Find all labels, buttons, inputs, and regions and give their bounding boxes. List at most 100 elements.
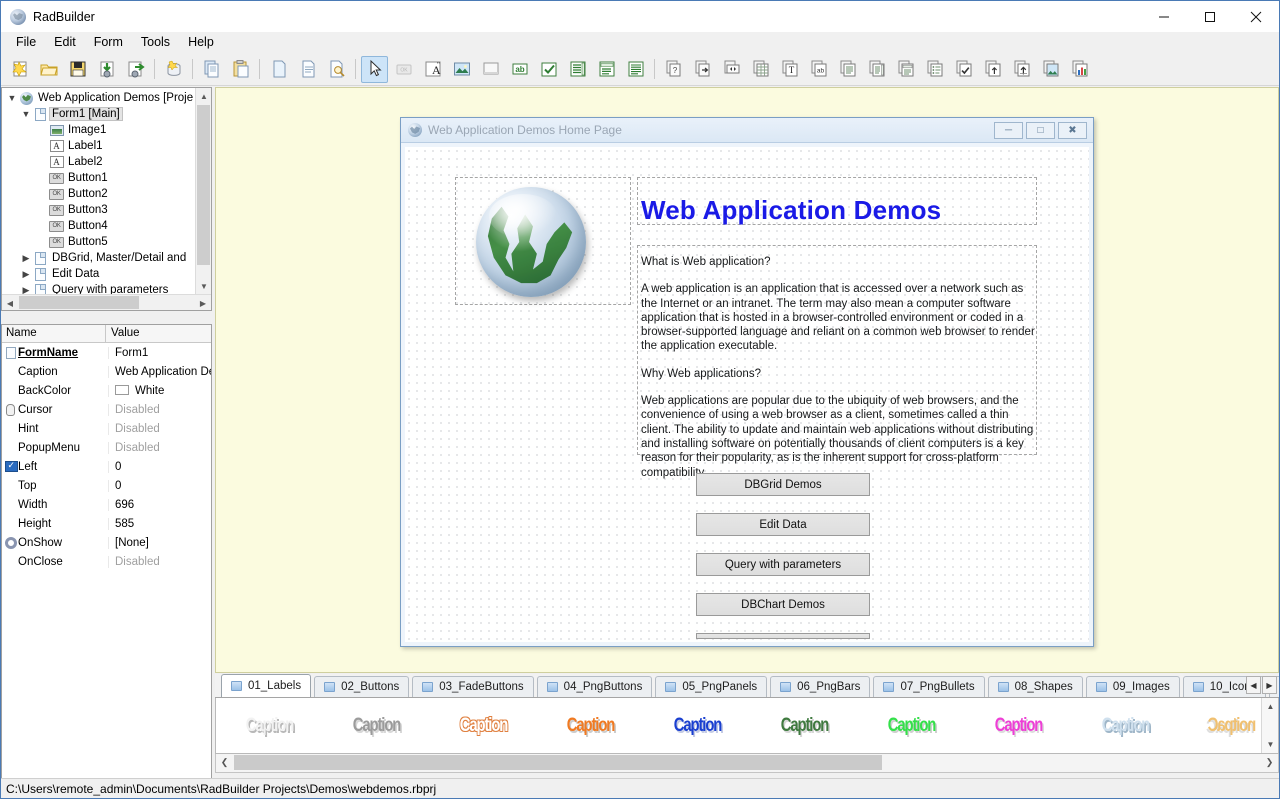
tree-node-form1[interactable]: ▼ Form1 [Main] [2,106,196,122]
maximize-button[interactable] [1187,1,1233,32]
headline-label[interactable]: Web Application Demos [641,195,941,226]
db-upload-icon[interactable] [979,56,1006,83]
chevron-right-icon[interactable]: ▶ [20,253,32,264]
copy-icon[interactable] [198,56,225,83]
property-value[interactable]: 696 [108,498,211,511]
chevron-down-icon[interactable]: ▼ [6,93,18,103]
tab-02-buttons[interactable]: 02_Buttons [314,676,410,697]
chevron-down-icon[interactable]: ▼ [20,109,32,119]
tree-node-image1[interactable]: Image1 [2,122,196,138]
checkmark-icon[interactable] [535,56,562,83]
panel-icon[interactable] [477,56,504,83]
tree-node-label1[interactable]: A Label1 [2,138,196,154]
property-value[interactable]: [None] [108,536,211,549]
list-box-icon[interactable] [564,56,591,83]
palette-item-1[interactable]: Caption [228,715,311,737]
open-folder-icon[interactable] [35,56,62,83]
db-text-icon[interactable]: T [776,56,803,83]
db-arrow-icon[interactable] [689,56,716,83]
object-tree[interactable]: ▼ Web Application Demos [Proje ▼ Form1 [… [2,88,196,294]
property-value[interactable]: Web Application Dem [108,365,211,378]
property-row-hint[interactable]: Hint Disabled [2,419,211,438]
page-lines-icon[interactable] [294,56,321,83]
property-row-popupmenu[interactable]: PopupMenu Disabled [2,438,211,457]
combo-box-icon[interactable] [593,56,620,83]
scrollbar-thumb[interactable] [19,296,139,309]
tree-node-button1[interactable]: OK Button1 [2,170,196,186]
property-row-width[interactable]: Width 696 [2,495,211,514]
scroll-right-icon[interactable]: ▶ [1262,676,1277,694]
property-row-formname[interactable]: FormName Form1 [2,343,211,362]
db-check-icon[interactable] [950,56,977,83]
tab-06-pngbars[interactable]: 06_PngBars [770,676,871,697]
scroll-down-icon[interactable]: ▼ [1262,736,1278,753]
design-form-titlebar[interactable]: Web Application Demos Home Page ─ □ ✖ [401,118,1093,143]
scroll-up-icon[interactable]: ▲ [1262,698,1278,715]
design-surface[interactable]: Web Application Demos What is Web applic… [405,147,1089,642]
property-row-left[interactable]: Left 0 [2,457,211,476]
db-upload2-icon[interactable] [1008,56,1035,83]
db-question-icon[interactable]: ? [660,56,687,83]
db-memo-icon[interactable] [834,56,861,83]
blank-page-icon[interactable] [265,56,292,83]
tree-node-project[interactable]: ▼ Web Application Demos [Proje [2,90,196,106]
export-right-arrow-icon[interactable] [122,56,149,83]
property-value[interactable]: 0 [108,460,211,473]
menu-form[interactable]: Form [85,33,132,52]
form-tabstrip[interactable]: 01_Labels 02_Buttons 03_FadeButtons 04_P… [215,674,1279,698]
minimize-icon[interactable]: ─ [994,121,1023,139]
palette-vertical-scrollbar[interactable]: ▲ ▼ [1261,698,1278,753]
button-partial-offscreen[interactable] [696,633,870,639]
property-grid[interactable]: Name Value FormName Form1 Caption Web Ap… [1,324,212,779]
tree-node-editdata[interactable]: ▶ Edit Data [2,266,196,282]
menu-tools[interactable]: Tools [132,33,179,52]
tab-03-fadebuttons[interactable]: 03_FadeButtons [412,676,534,697]
property-value[interactable]: Form1 [108,346,211,359]
property-value[interactable]: White [108,384,211,397]
property-value[interactable]: 585 [108,517,211,530]
button-dbgrid-demos[interactable]: DBGrid Demos [696,473,870,496]
paste-icon[interactable] [227,56,254,83]
scroll-left-icon[interactable]: ◀ [1246,676,1261,694]
palette-horizontal-scrollbar[interactable]: ❮ ❯ [215,754,1279,773]
tree-node-button3[interactable]: OK Button3 [2,202,196,218]
floppy-save-icon[interactable] [64,56,91,83]
palette-item-5[interactable]: Caption [656,715,739,737]
property-row-height[interactable]: Height 585 [2,514,211,533]
scroll-left-icon[interactable]: ◀ [2,295,18,310]
palette-item-7[interactable]: Caption [870,715,953,737]
body-label[interactable]: What is Web application? A web applicati… [641,255,1037,480]
db-list-icon[interactable] [863,56,890,83]
import-down-arrow-icon[interactable] [93,56,120,83]
scroll-left-icon[interactable]: ❮ [216,754,233,771]
tab-01-labels[interactable]: 01_Labels [221,674,312,697]
tree-node-label2[interactable]: A Label2 [2,154,196,170]
tree-node-button4[interactable]: OK Button4 [2,218,196,234]
chevron-right-icon[interactable]: ▶ [20,269,32,280]
tree-node-button2[interactable]: OK Button2 [2,186,196,202]
db-image-icon[interactable] [1037,56,1064,83]
arrow-pointer-icon[interactable] [361,55,388,83]
palette-item-6[interactable]: Caption [763,715,846,737]
page-magnifier-icon[interactable] [323,56,350,83]
palette-item-2[interactable]: Caption [335,715,418,737]
db-lookup-icon[interactable] [921,56,948,83]
close-icon[interactable]: ✖ [1058,121,1087,139]
form-designer-canvas[interactable]: Web Application Demos Home Page ─ □ ✖ We… [215,87,1279,673]
scroll-right-icon[interactable]: ▶ [195,295,211,310]
picture-icon[interactable] [448,56,475,83]
db-ab-icon[interactable]: ab [805,56,832,83]
tree-node-button5[interactable]: OK Button5 [2,234,196,250]
property-row-cursor[interactable]: Cursor Disabled [2,400,211,419]
tab-05-pngpanels[interactable]: 05_PngPanels [655,676,768,697]
palette-item-4[interactable]: Caption [549,715,632,737]
property-row-onclose[interactable]: OnClose Disabled [2,552,211,571]
tree-node-dbgrid[interactable]: ▶ DBGrid, Master/Detail and [2,250,196,266]
tree-horizontal-scrollbar[interactable]: ◀ ▶ [2,294,211,310]
property-row-top[interactable]: Top 0 [2,476,211,495]
memo-lines-icon[interactable] [622,56,649,83]
palette-item-3[interactable]: Caption [442,715,525,737]
database-icon[interactable] [160,56,187,83]
menu-edit[interactable]: Edit [45,33,85,52]
tree-vertical-scrollbar[interactable]: ▲ ▼ [195,88,211,294]
